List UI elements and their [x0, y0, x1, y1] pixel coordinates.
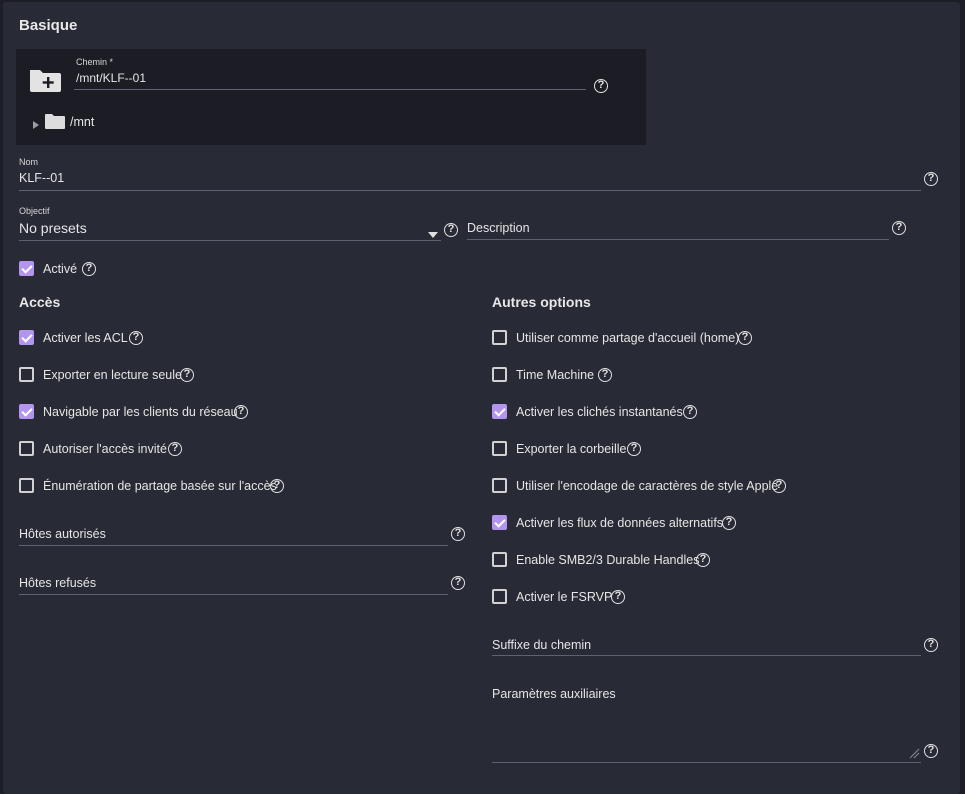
- denied-hosts-underline: [19, 594, 448, 595]
- time-machine-checkbox[interactable]: [492, 367, 507, 382]
- home-share-checkbox[interactable]: [492, 330, 507, 345]
- shadow-copy-label: Activer les clichés instantanés: [516, 405, 683, 419]
- resize-handle-icon[interactable]: [908, 746, 920, 759]
- fsrvp-help-icon[interactable]: ?: [611, 590, 625, 604]
- path-help-icon[interactable]: ?: [594, 79, 608, 93]
- apple-encoding-label: Utiliser l'encodage de caractères de sty…: [516, 479, 779, 493]
- name-label: Nom: [19, 157, 39, 167]
- recycle-bin-label: Exporter la corbeille: [516, 442, 627, 456]
- apple-encoding-checkbox[interactable]: [492, 478, 507, 493]
- caret-down-icon[interactable]: [428, 225, 438, 238]
- streams-checkbox[interactable]: [492, 515, 507, 530]
- streams-label: Activer les flux de données alternatifs: [516, 516, 724, 530]
- aux-params-underline: [492, 762, 921, 763]
- description-help-icon[interactable]: ?: [892, 221, 906, 235]
- allowed-hosts-input[interactable]: Hôtes autorisés: [19, 527, 106, 541]
- durable-handles-checkbox[interactable]: [492, 552, 507, 567]
- other-section-title: Autres options: [492, 294, 591, 310]
- path-label: Chemin *: [76, 57, 114, 67]
- fsrvp-checkbox[interactable]: [492, 589, 507, 604]
- acl-checkbox[interactable]: [19, 330, 34, 345]
- enabled-help-icon[interactable]: ?: [82, 262, 96, 276]
- durable-handles-label: Enable SMB2/3 Durable Handles: [516, 553, 700, 567]
- acl-help-icon[interactable]: ?: [129, 331, 143, 345]
- acl-label: Activer les ACL: [43, 331, 128, 345]
- purpose-select-underline: [19, 240, 441, 241]
- recycle-bin-help-icon[interactable]: ?: [627, 442, 641, 456]
- enabled-label: Activé: [43, 262, 78, 276]
- guest-checkbox[interactable]: [19, 441, 34, 456]
- path-suffix-input[interactable]: Suffixe du chemin: [492, 638, 591, 652]
- browsable-checkbox[interactable]: [19, 404, 34, 419]
- purpose-select[interactable]: No presets: [19, 220, 87, 236]
- time-machine-label: Time Machine: [516, 368, 595, 382]
- fsrvp-label: Activer le FSRVP: [516, 590, 613, 604]
- abe-checkbox[interactable]: [19, 478, 34, 493]
- readonly-label: Exporter en lecture seule: [43, 368, 182, 382]
- basic-section-title: Basique: [19, 17, 78, 34]
- home-share-help-icon[interactable]: ?: [738, 331, 752, 345]
- home-share-label: Utiliser comme partage d'accueil (home): [516, 331, 740, 345]
- purpose-label: Objectif: [19, 206, 50, 216]
- tree-node-mnt[interactable]: /mnt: [70, 115, 94, 129]
- path-suffix-help-icon[interactable]: ?: [924, 638, 938, 652]
- abe-help-icon[interactable]: ?: [270, 479, 284, 493]
- path-input-underline: [74, 89, 586, 90]
- durable-handles-help-icon[interactable]: ?: [696, 553, 710, 567]
- readonly-help-icon[interactable]: ?: [180, 368, 194, 382]
- time-machine-help-icon[interactable]: ?: [598, 368, 612, 382]
- folder-icon: [44, 113, 66, 130]
- readonly-checkbox[interactable]: [19, 367, 34, 382]
- description-input[interactable]: Description: [467, 221, 530, 235]
- shadow-copy-checkbox[interactable]: [492, 404, 507, 419]
- apple-encoding-help-icon[interactable]: ?: [772, 479, 786, 493]
- denied-hosts-input[interactable]: Hôtes refusés: [19, 576, 96, 590]
- enabled-checkbox[interactable]: [19, 261, 34, 276]
- shadow-copy-help-icon[interactable]: ?: [683, 405, 697, 419]
- abe-label: Énumération de partage basée sur l'accès: [43, 479, 277, 493]
- recycle-bin-checkbox[interactable]: [492, 441, 507, 456]
- path-explorer: Chemin * /mnt/KLF--01 ? /mnt: [16, 49, 646, 145]
- path-suffix-underline: [492, 655, 921, 656]
- browsable-label: Navigable par les clients du réseau: [43, 405, 238, 419]
- browsable-help-icon[interactable]: ?: [234, 405, 248, 419]
- allowed-hosts-underline: [19, 545, 448, 546]
- aux-params-help-icon[interactable]: ?: [924, 744, 938, 758]
- guest-label: Autoriser l'accès invité: [43, 442, 167, 456]
- purpose-help-icon[interactable]: ?: [444, 223, 458, 237]
- path-input[interactable]: /mnt/KLF--01: [76, 71, 146, 85]
- aux-params-textarea[interactable]: Paramètres auxiliaires: [492, 687, 616, 701]
- guest-help-icon[interactable]: ?: [168, 442, 182, 456]
- caret-right-icon[interactable]: [32, 117, 40, 129]
- allowed-hosts-help-icon[interactable]: ?: [451, 527, 465, 541]
- denied-hosts-help-icon[interactable]: ?: [451, 576, 465, 590]
- access-section-title: Accès: [19, 294, 61, 310]
- name-input[interactable]: KLF--01: [19, 171, 64, 185]
- name-input-underline: [19, 190, 921, 191]
- description-input-underline: [467, 239, 889, 240]
- streams-help-icon[interactable]: ?: [722, 516, 736, 530]
- folder-plus-icon[interactable]: [28, 67, 62, 93]
- name-help-icon[interactable]: ?: [924, 172, 938, 186]
